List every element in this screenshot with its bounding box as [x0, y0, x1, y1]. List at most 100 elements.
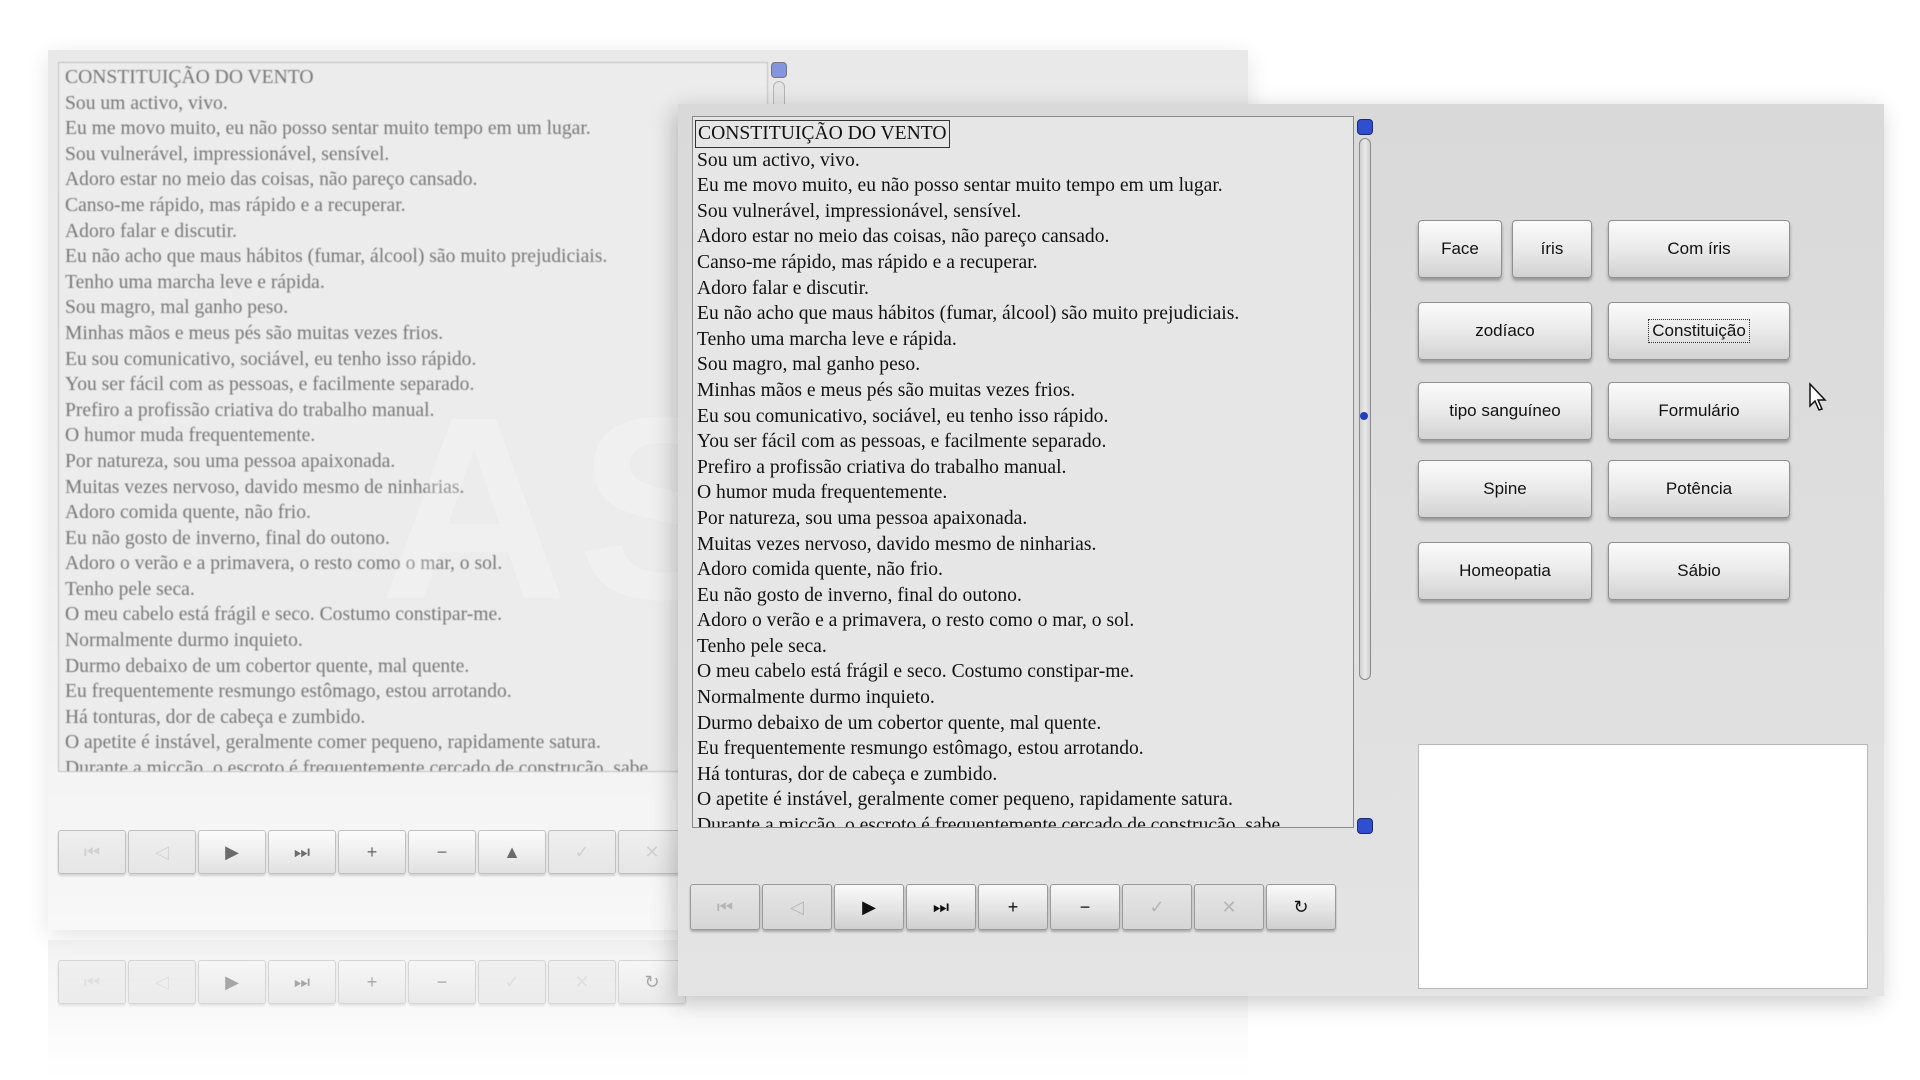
text-line: Eu não acho que maus hábitos (fumar, álc…: [697, 303, 1240, 325]
first-icon: ⏮: [716, 896, 734, 917]
background-text-line: Adoro falar e discutir.: [65, 220, 237, 242]
toolbar-first-button[interactable]: ⏮: [690, 884, 760, 930]
text-line: Muitas vezes nervoso, davido mesmo de ni…: [697, 533, 1097, 555]
reflection-refresh-button: ↻: [618, 960, 686, 1004]
preview-panel: [1418, 744, 1868, 989]
first-icon: ⏮: [83, 971, 101, 992]
scroll-up-icon[interactable]: [1357, 119, 1373, 135]
text-line: Adoro comida quente, não frio.: [697, 559, 943, 581]
background-text-line: Eu não gosto de inverno, final do outono…: [65, 527, 390, 549]
text-line: Eu me movo muito, eu não posso sentar mu…: [697, 175, 1223, 197]
text-line: Durante a micção, o escroto é frequentem…: [697, 815, 1281, 828]
check-icon: ✓: [1149, 896, 1165, 917]
minus-icon: −: [436, 841, 448, 862]
face-button[interactable]: Face: [1418, 220, 1502, 278]
text-line: Adoro o verão e a primavera, o resto com…: [697, 610, 1135, 632]
bg-toolbar-first-button: ⏮: [58, 830, 126, 874]
toolbar-refresh-button[interactable]: ↻: [1266, 884, 1336, 930]
text-line: O humor muda frequentemente.: [697, 482, 948, 504]
text-title: CONSTITUIÇÃO DO VENTO: [695, 120, 950, 148]
reflection-plus-button: +: [338, 960, 406, 1004]
background-text-line: O humor muda frequentemente.: [65, 425, 316, 447]
text-line: Há tonturas, dor de cabeça e zumbido.: [697, 763, 998, 785]
background-text-line: Durmo debaixo de um cobertor quente, mal…: [65, 655, 470, 677]
background-text-line: Sou um activo, vivo.: [65, 92, 228, 114]
last-icon: ⏭: [293, 971, 311, 992]
formulario-button[interactable]: Formulário: [1608, 382, 1790, 440]
toolbar-minus-button[interactable]: −: [1050, 884, 1120, 930]
iris-button[interactable]: íris: [1512, 220, 1592, 278]
spine-button[interactable]: Spine: [1418, 460, 1592, 518]
constitution-text-area[interactable]: CONSTITUIÇÃO DO VENTO Sou um activo, viv…: [692, 116, 1354, 828]
text-line: Adoro estar no meio das coisas, não pare…: [697, 226, 1110, 248]
toolbar-plus-button[interactable]: +: [978, 884, 1048, 930]
reflection-cancel-button: ✕: [548, 960, 616, 1004]
background-text-line: Prefiro a profissão criativa do trabalho…: [65, 399, 435, 421]
last-icon: ⏭: [932, 896, 950, 917]
text-line: Eu não gosto de inverno, final do outono…: [697, 584, 1022, 606]
homeopatia-button[interactable]: Homeopatia: [1418, 542, 1592, 600]
plus-icon: +: [1007, 896, 1019, 917]
background-text-line: Sou vulnerável, impressionável, sensível…: [65, 143, 390, 165]
background-text-line: Por natureza, sou uma pessoa apaixonada.: [65, 450, 396, 472]
check-icon: ✓: [574, 841, 590, 862]
scroll-position-icon[interactable]: [1360, 412, 1368, 420]
background-toolbar: ⏮ ◁ ▶ ⏭ + − ▲ ✓ ✕: [58, 830, 686, 874]
constituicao-button[interactable]: Constituição: [1608, 302, 1790, 360]
background-text-line: O meu cabelo está frágil e seco. Costumo…: [65, 604, 503, 626]
reflection-minus-button: −: [408, 960, 476, 1004]
background-text-line: Canso-me rápido, mas rápido e a recupera…: [65, 194, 406, 216]
text-line: Sou magro, mal ganho peso.: [697, 354, 921, 376]
toolbar-prev-button[interactable]: ◁: [762, 884, 832, 930]
refresh-icon: ↻: [1293, 896, 1309, 917]
background-text-line: O apetite é instável, geralmente comer p…: [65, 732, 601, 754]
cancel-icon: ✕: [1221, 896, 1237, 917]
cancel-icon: ✕: [574, 971, 590, 992]
bg-toolbar-play-button: ▶: [198, 830, 266, 874]
background-text-title: CONSTITUIÇÃO DO VENTO: [65, 67, 314, 88]
toolbar-cancel-button[interactable]: ✕: [1194, 884, 1264, 930]
reflection-play-button: ▶: [198, 960, 266, 1004]
navigation-toolbar: ⏮ ◁ ▶ ⏭ + − ✓ ✕ ↻: [690, 884, 1336, 930]
toolbar-play-button[interactable]: ▶: [834, 884, 904, 930]
text-line: Normalmente durmo inquieto.: [697, 687, 935, 709]
bg-toolbar-cancel-button: ✕: [618, 830, 686, 874]
background-text-line: Adoro estar no meio das coisas, não pare…: [65, 169, 478, 191]
background-text-line: Sou magro, mal ganho peso.: [65, 297, 289, 319]
tipo-sanguineo-button[interactable]: tipo sanguíneo: [1418, 382, 1592, 440]
bg-toolbar-plus-button: +: [338, 830, 406, 874]
text-line: Eu sou comunicativo, sociável, eu tenho …: [697, 405, 1109, 427]
scroll-down-icon[interactable]: [1357, 818, 1373, 834]
scroll-up-icon: [771, 62, 787, 78]
play-icon: ▶: [225, 841, 239, 862]
bg-toolbar-check-button: ✓: [548, 830, 616, 874]
potencia-button[interactable]: Potência: [1608, 460, 1790, 518]
background-text-line: Eu não acho que maus hábitos (fumar, álc…: [65, 246, 608, 268]
vertical-scrollbar[interactable]: [1354, 116, 1374, 834]
text-line: Eu frequentemente resmungo estômago, est…: [697, 738, 1144, 760]
up-icon: ▲: [503, 841, 521, 862]
background-text-line: Tenho pele seca.: [65, 578, 195, 600]
bg-toolbar-prev-button: ◁: [128, 830, 196, 874]
text-line: Durmo debaixo de um cobertor quente, mal…: [697, 712, 1102, 734]
plus-icon: +: [366, 971, 378, 992]
background-text-area: CONSTITUIÇÃO DO VENTO Sou um activo, viv…: [58, 62, 768, 772]
play-icon: ▶: [225, 971, 239, 992]
zodiaco-button[interactable]: zodíaco: [1418, 302, 1592, 360]
background-text-line: Eu me movo muito, eu não posso sentar mu…: [65, 118, 591, 140]
reflection-check-button: ✓: [478, 960, 546, 1004]
background-text-line: Durante a micção, o escroto é frequentem…: [65, 758, 649, 772]
sabio-button[interactable]: Sábio: [1608, 542, 1790, 600]
text-line: Por natureza, sou uma pessoa apaixonada.: [697, 507, 1028, 529]
com-iris-button[interactable]: Com íris: [1608, 220, 1790, 278]
toolbar-check-button[interactable]: ✓: [1122, 884, 1192, 930]
prev-icon: ◁: [155, 841, 169, 862]
minus-icon: −: [1079, 896, 1091, 917]
play-icon: ▶: [862, 896, 876, 917]
first-icon: ⏮: [83, 841, 101, 862]
bg-toolbar-last-button: ⏭: [268, 830, 336, 874]
scroll-track[interactable]: [1359, 138, 1371, 680]
toolbar-last-button[interactable]: ⏭: [906, 884, 976, 930]
background-text-line: Há tonturas, dor de cabeça e zumbido.: [65, 706, 366, 728]
prev-icon: ◁: [790, 896, 804, 917]
